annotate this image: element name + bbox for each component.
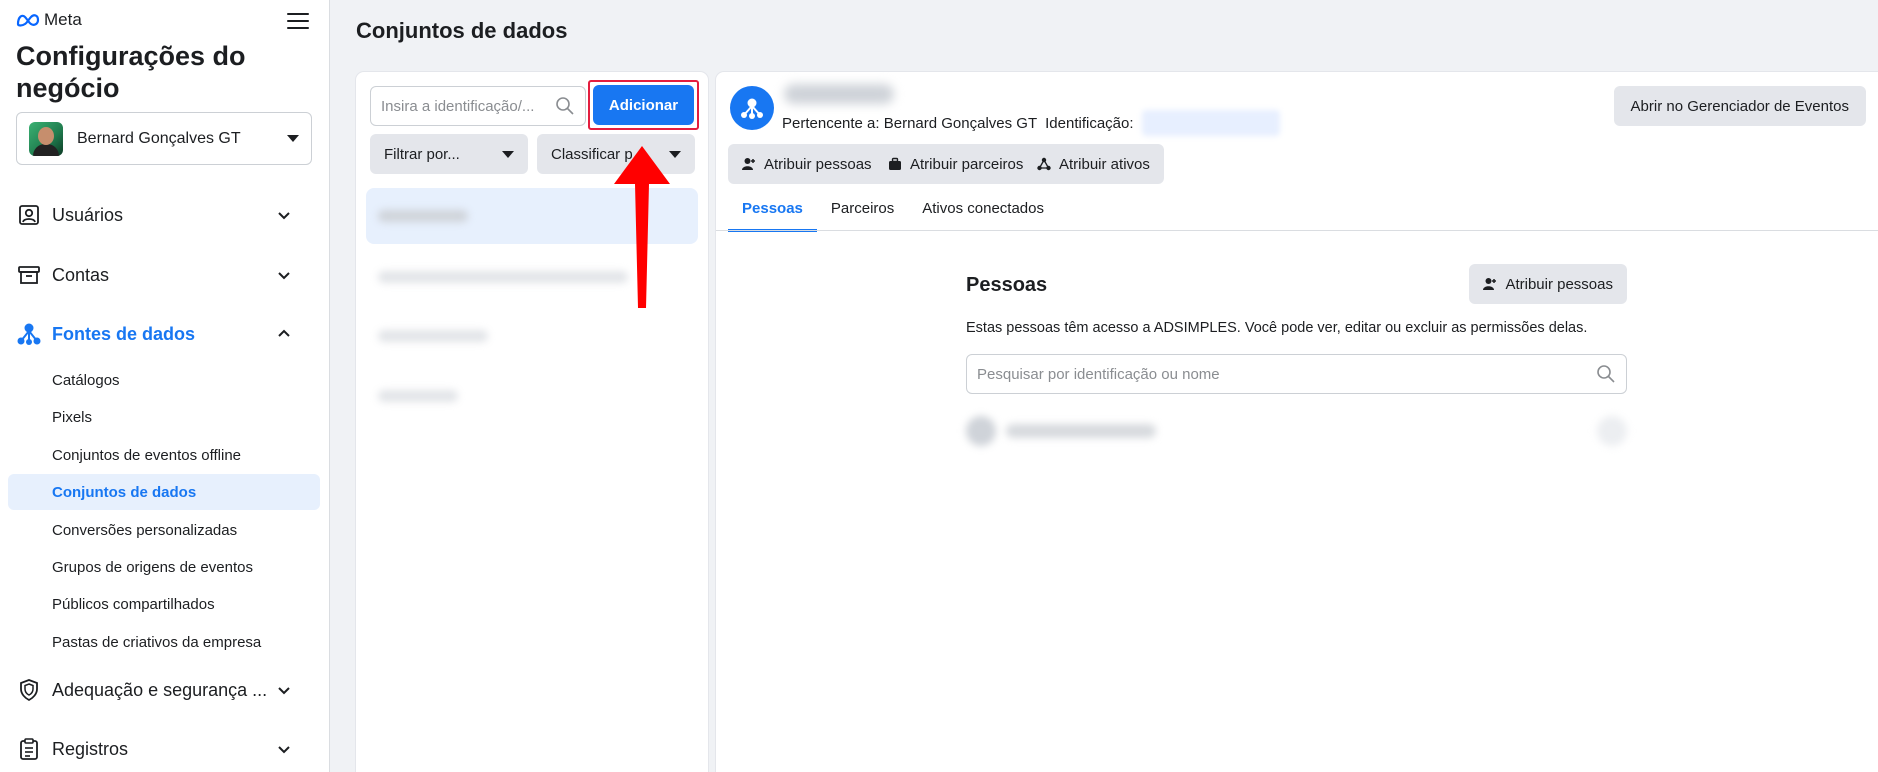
list-item[interactable] — [366, 368, 698, 424]
owner-label: Pertencente a: Bernard Gonçalves GT — [782, 114, 1038, 132]
chevron-down-icon — [278, 212, 290, 220]
sidebar-item-offline-event-sets[interactable]: Conjuntos de eventos offline — [8, 437, 320, 473]
nav-label: Adequação e segurança ... — [52, 679, 268, 700]
search-icon — [1597, 365, 1615, 383]
meta-brand[interactable]: Meta — [16, 10, 82, 30]
open-events-manager-button[interactable]: Abrir no Gerenciador de Eventos — [1613, 86, 1866, 126]
nav-label: Fontes de dados — [52, 323, 196, 344]
nav-item-data-sources[interactable]: Fontes de dados — [16, 314, 306, 354]
shield-icon — [16, 677, 42, 703]
clipboard-icon — [16, 736, 42, 762]
sidebar-item-datasets[interactable]: Conjuntos de dados — [8, 474, 320, 510]
sidebar-item-creative-folders[interactable]: Pastas de criativos da empresa — [8, 624, 320, 660]
divider — [716, 230, 1878, 231]
accounts-icon — [16, 262, 42, 288]
assign-assets-button[interactable]: Atribuir ativos — [1023, 144, 1164, 184]
redacted-id — [1141, 110, 1280, 136]
sidebar: Meta Configurações do negócio Bernard Go… — [0, 0, 330, 772]
briefcase-icon — [889, 157, 901, 170]
assign-partners-label: Atribuir parceiros — [910, 155, 1024, 173]
people-description: Estas pessoas têm acesso a ADSIMPLES. Vo… — [966, 320, 1588, 336]
add-person-icon — [1483, 278, 1497, 290]
redacted-text — [378, 330, 488, 342]
users-icon — [16, 202, 42, 228]
caret-down-icon — [502, 150, 514, 158]
nav-item-users[interactable]: Usuários — [16, 195, 306, 235]
filter-label: Filtrar por... — [384, 145, 460, 163]
assign-assets-label: Atribuir ativos — [1059, 155, 1150, 173]
business-avatar — [29, 121, 63, 156]
sidebar-item-catalogs[interactable]: Catálogos — [8, 362, 320, 398]
business-name: Bernard Gonçalves GT — [77, 129, 241, 147]
nav-label: Contas — [52, 264, 110, 285]
chevron-up-icon — [278, 329, 290, 337]
chevron-down-icon — [278, 746, 290, 754]
dataset-search-input[interactable] — [381, 97, 555, 115]
people-search-box[interactable] — [966, 354, 1627, 394]
redacted-person-name — [1006, 424, 1156, 438]
dataset-detail-panel: Pertencente a: Bernard Gonçalves GT Iden… — [716, 72, 1878, 772]
person-row[interactable] — [966, 409, 1627, 453]
business-selector[interactable]: Bernard Gonçalves GT — [16, 112, 312, 165]
assets-icon — [1037, 157, 1051, 171]
sidebar-item-event-source-groups[interactable]: Grupos de origens de eventos — [8, 549, 320, 585]
meta-logo-icon — [16, 14, 40, 27]
nav-label: Registros — [52, 738, 129, 759]
sidebar-item-pixels[interactable]: Pixels — [8, 399, 320, 435]
sidebar-item-shared-audiences[interactable]: Públicos compartilhados — [8, 586, 320, 622]
assign-people-button[interactable]: Atribuir pessoas — [1469, 264, 1627, 304]
menu-icon[interactable] — [287, 13, 309, 31]
assign-people-button[interactable]: Atribuir pessoas — [728, 144, 886, 184]
assign-people-label: Atribuir pessoas — [764, 155, 872, 173]
nav-item-brand-safety[interactable]: Adequação e segurança ... — [16, 670, 306, 710]
sidebar-item-custom-conversions[interactable]: Conversões personalizadas — [8, 512, 320, 548]
add-person-icon — [742, 158, 755, 170]
add-button[interactable]: Adicionar — [593, 85, 694, 125]
detail-tabs: Pessoas Parceiros Ativos conectados — [728, 188, 1058, 232]
redacted-text — [378, 271, 628, 283]
chevron-down-icon — [278, 272, 290, 280]
assign-people-label: Atribuir pessoas — [1505, 275, 1613, 293]
caret-down-icon — [287, 135, 299, 142]
tab-connected-assets[interactable]: Ativos conectados — [908, 188, 1058, 232]
chevron-down-icon — [278, 687, 290, 695]
tab-people[interactable]: Pessoas — [728, 188, 817, 232]
dataset-icon — [730, 86, 774, 130]
annotation-arrow-icon — [614, 146, 670, 308]
nav-item-logs[interactable]: Registros — [16, 729, 306, 769]
meta-brand-label: Meta — [44, 10, 82, 29]
nav-item-accounts[interactable]: Contas — [16, 255, 306, 295]
owner-line: Pertencente a: Bernard Gonçalves GT Iden… — [782, 110, 1280, 136]
filter-dropdown[interactable]: Filtrar por... — [370, 134, 528, 174]
list-item[interactable] — [366, 308, 698, 364]
assign-partners-button[interactable]: Atribuir parceiros — [874, 144, 1038, 184]
id-label: Identificação: — [1045, 114, 1134, 132]
person-options-icon[interactable] — [1597, 416, 1627, 446]
tab-partners[interactable]: Parceiros — [817, 188, 908, 232]
avatar — [966, 416, 996, 446]
redacted-text — [378, 390, 458, 402]
redacted-dataset-name — [784, 84, 894, 104]
people-title: Pessoas — [966, 274, 1048, 296]
data-sources-icon — [16, 321, 42, 347]
redacted-text — [378, 210, 468, 222]
dataset-search-box[interactable] — [370, 86, 586, 126]
page-title: Conjuntos de dados — [356, 18, 568, 43]
nav-label: Usuários — [52, 204, 124, 225]
page-heading: Configurações do negócio — [16, 41, 246, 103]
search-icon — [556, 97, 574, 115]
people-search-input[interactable] — [977, 365, 1596, 383]
